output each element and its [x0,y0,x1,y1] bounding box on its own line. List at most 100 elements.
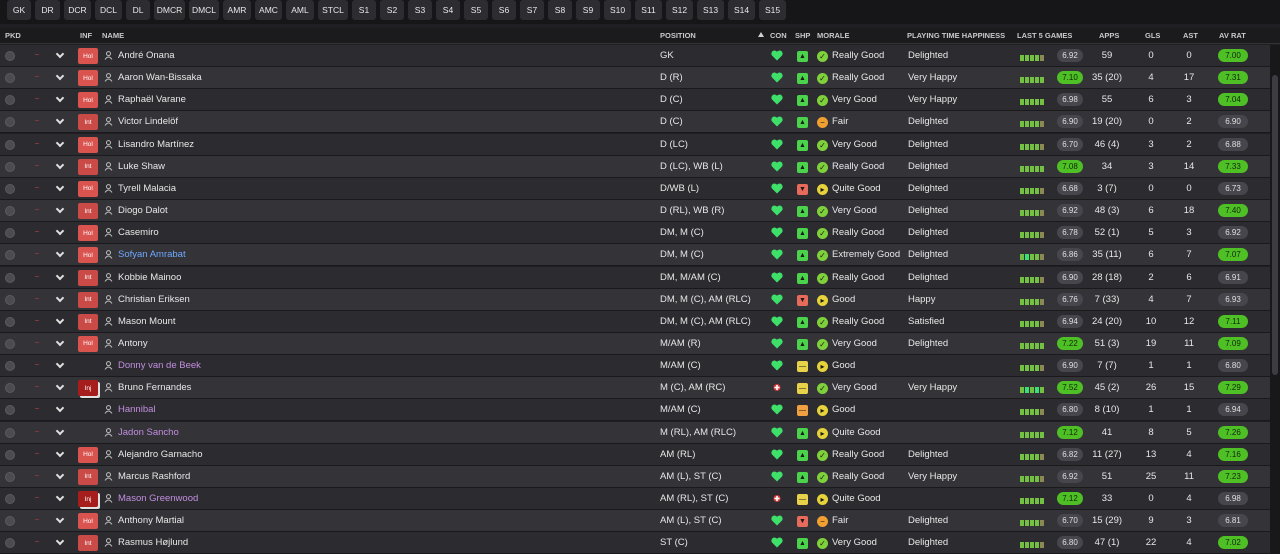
info-badge[interactable]: Inj [78,380,98,397]
chevron-down-icon[interactable] [55,404,65,413]
filter-button-s4[interactable]: S4 [436,0,460,20]
chevron-down-icon[interactable] [55,426,65,435]
player-name[interactable]: André Onana [118,50,175,61]
filter-button-s15[interactable]: S15 [759,0,786,20]
col-playing-time-happiness[interactable]: PLAYING TIME HAPPINESS [907,31,1005,40]
player-name[interactable]: Marcus Rashford [118,471,190,482]
chevron-down-icon[interactable] [55,492,65,502]
filter-button-dmcl[interactable]: DMCL [189,0,219,20]
player-name[interactable]: Mason Greenwood [118,493,198,504]
info-badge[interactable]: Hol [78,335,98,352]
pick-toggle[interactable] [5,161,15,172]
filter-button-s12[interactable]: S12 [666,0,693,20]
col-shp[interactable]: SHP [795,31,810,40]
pick-toggle[interactable] [5,117,15,128]
player-row[interactable]: Hol Sofyan Amrabat DM, M (C) ▲ ✓ Extremely Go… [0,244,1270,267]
table-scrollbar[interactable] [1270,45,1280,554]
col-position[interactable]: POSITION [660,31,696,40]
chevron-down-icon[interactable] [55,315,65,325]
chevron-down-icon[interactable] [55,138,65,147]
player-name[interactable]: Hannibal [118,404,156,415]
player-row[interactable]: Hol André Onana GK ▲ ✓ Really Good Delighted 6.… [0,45,1270,67]
col-morale[interactable]: MORALE [817,31,850,40]
player-name[interactable]: Sofyan Amrabat [118,249,186,260]
player-name[interactable]: Christian Eriksen [118,294,190,305]
filter-button-stcl[interactable]: STCL [318,0,348,20]
player-name[interactable]: Anthony Martial [118,515,184,526]
player-row[interactable]: Hol Anthony Martial AM (L), ST (C) ▼ − Fair De… [0,510,1270,533]
filter-button-s11[interactable]: S11 [635,0,662,20]
pick-toggle[interactable] [5,494,15,504]
pick-toggle[interactable] [5,427,15,438]
player-name[interactable]: Aaron Wan-Bissaka [118,72,202,83]
info-badge[interactable]: Int [78,203,98,220]
chevron-down-icon[interactable] [55,382,65,391]
player-name[interactable]: Rasmus Højlund [118,537,188,548]
player-row[interactable]: Int Mason Mount DM, M (C), AM (RLC) ▲ ✓ Reall… [0,310,1270,333]
player-row[interactable]: Hannibal M/AM (C) — ▸ Good 6.80 8 (10) 1 1 6.94 [0,399,1270,422]
info-badge[interactable]: Int [78,269,98,286]
info-badge[interactable]: Int [78,313,98,330]
player-name[interactable]: Bruno Fernandes [118,382,191,393]
filter-button-s2[interactable]: S2 [380,0,404,20]
pick-toggle[interactable] [5,294,15,305]
chevron-down-icon[interactable] [55,359,65,369]
player-name[interactable]: Victor Lindelöf [118,116,178,127]
info-badge[interactable]: Hol [78,70,98,87]
pick-toggle[interactable] [5,449,15,460]
filter-button-s14[interactable]: S14 [728,0,755,20]
player-name[interactable]: Luke Shaw [118,161,165,172]
info-badge[interactable]: Int [78,468,98,485]
chevron-down-icon[interactable] [55,204,65,214]
player-row[interactable]: Inj Bruno Fernandes M (C), AM (RC) — ✓ Very G… [0,377,1270,400]
chevron-down-icon[interactable] [55,470,65,480]
info-badge[interactable]: Int [78,535,98,552]
filter-button-s5[interactable]: S5 [464,0,488,20]
info-badge[interactable]: Hol [78,247,98,264]
player-name[interactable]: Casemiro [118,227,159,238]
player-name[interactable]: Diogo Dalot [118,205,168,216]
filter-button-dcr[interactable]: DCR [64,0,91,20]
filter-button-s10[interactable]: S10 [604,0,631,20]
info-badge[interactable]: Hol [78,136,98,153]
player-row[interactable]: Donny van de Beek M/AM (C) — ▸ Good 6.90 7 (7)… [0,355,1270,378]
filter-button-s3[interactable]: S3 [408,0,432,20]
pick-toggle[interactable] [5,471,15,482]
player-row[interactable]: Int Victor Lindelöf D (C) ▲ − Fair Delighted 6.… [0,111,1270,134]
player-row[interactable]: Int Christian Eriksen DM, M (C), AM (RLC) ▼… [0,288,1270,311]
player-row[interactable]: Hol Casemiro DM, M (C) ▲ ✓ Really Good Delight… [0,222,1270,245]
chevron-down-icon[interactable] [55,514,65,524]
chevron-down-icon[interactable] [55,448,65,457]
pick-toggle[interactable] [5,272,15,283]
player-name[interactable]: Jadon Sancho [118,427,179,438]
player-name[interactable]: Kobbie Mainoo [118,272,181,283]
col-ast[interactable]: AST [1183,31,1198,40]
info-badge[interactable]: Int [78,114,98,131]
filter-button-dl[interactable]: DL [126,0,150,20]
pick-toggle[interactable] [5,383,15,394]
info-badge[interactable]: Hol [78,92,98,109]
player-name[interactable]: Antony [118,338,148,349]
player-row[interactable]: Hol Raphaël Varane D (C) ▲ ✓ Very Good Very Ha… [0,89,1270,112]
chevron-down-icon[interactable] [55,49,65,59]
chevron-down-icon[interactable] [55,537,65,546]
col-apps[interactable]: APPS [1099,31,1119,40]
filter-button-s8[interactable]: S8 [548,0,572,20]
pick-toggle[interactable] [5,206,15,217]
pick-toggle[interactable] [5,139,15,150]
chevron-down-icon[interactable] [55,337,65,347]
player-row[interactable]: Inj Mason Greenwood AM (RL), ST (C) — ▸ Quite… [0,488,1270,510]
filter-button-dmcr[interactable]: DMCR [154,0,185,20]
chevron-down-icon[interactable] [55,293,65,302]
pick-toggle[interactable] [5,538,15,549]
player-row[interactable]: Hol Aaron Wan-Bissaka D (R) ▲ ✓ Really Good Ve… [0,67,1270,90]
info-badge[interactable]: Hol [78,48,98,64]
pick-toggle[interactable] [5,516,15,527]
player-row[interactable]: Hol Antony M/AM (R) ▲ ✓ Very Good Delighted 7.2… [0,332,1270,355]
chevron-down-icon[interactable] [55,226,65,236]
player-row[interactable]: Jadon Sancho M (RL), AM (RLC) ▲ ▸ Quite Good… [0,421,1270,444]
player-name[interactable]: Tyrell Malacia [118,183,176,194]
pick-toggle[interactable] [5,73,15,84]
filter-button-gk[interactable]: GK [7,0,31,20]
info-badge[interactable]: Hol [78,446,98,463]
